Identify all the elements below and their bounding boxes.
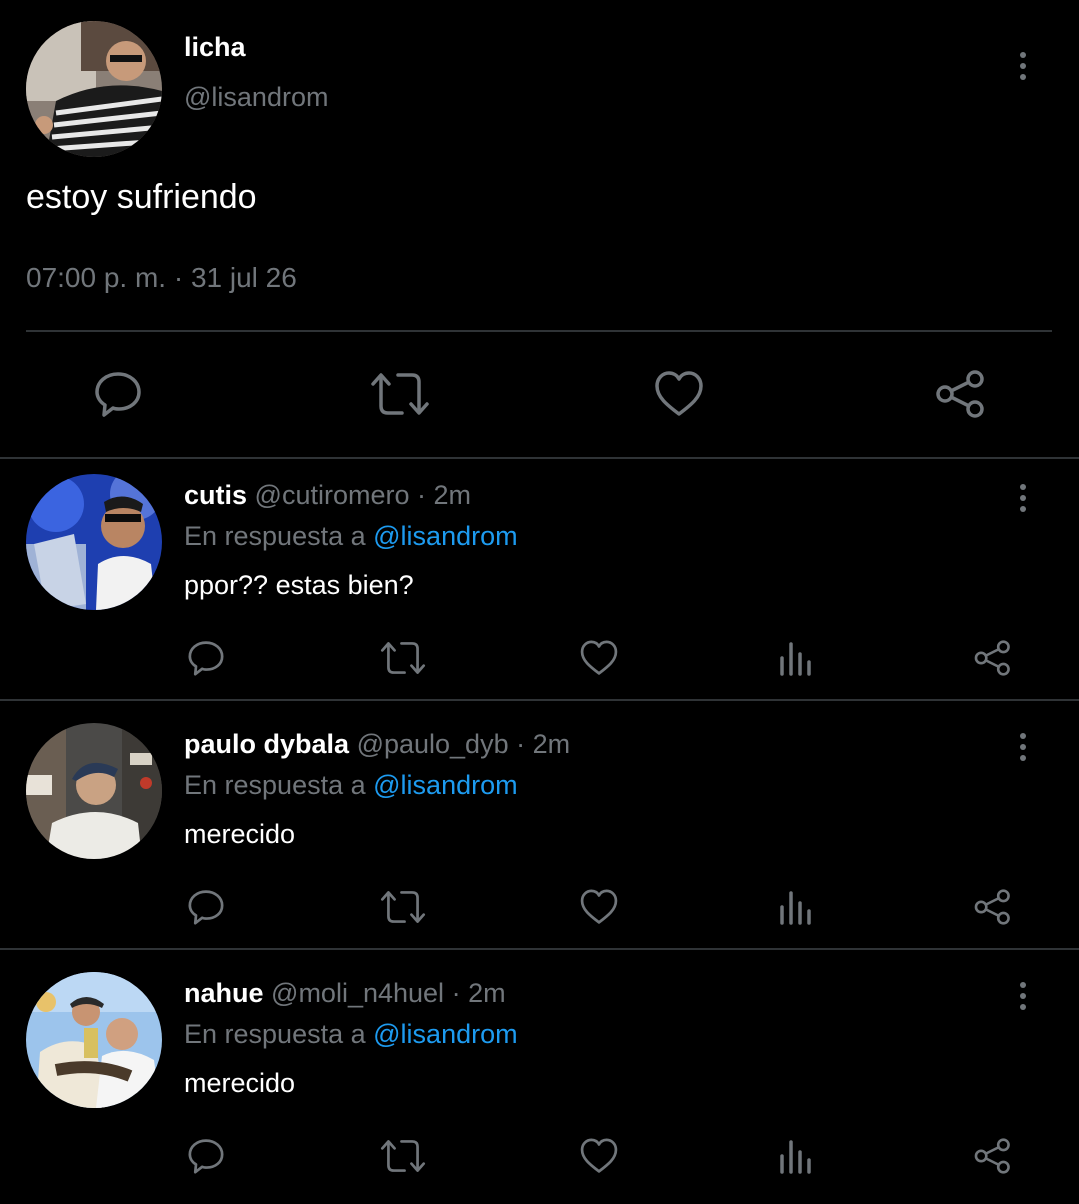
reply-tweet[interactable]: cutis @cutiromero · 2m En respuesta a @l… xyxy=(0,458,1079,706)
reply-context-prefix: En respuesta a xyxy=(184,1019,366,1049)
views-icon[interactable] xyxy=(778,1136,814,1176)
like-icon[interactable] xyxy=(653,368,705,420)
share-icon[interactable] xyxy=(973,887,1013,927)
user-handle[interactable]: @lisandrom xyxy=(184,82,328,113)
reply-icon[interactable] xyxy=(186,887,226,927)
divider xyxy=(0,948,1079,950)
views-icon[interactable] xyxy=(778,638,814,678)
user-handle[interactable]: @cutiromero xyxy=(255,480,410,510)
reply-header: nahue @moli_n4huel · 2m xyxy=(184,978,506,1009)
share-icon[interactable] xyxy=(934,368,988,420)
display-name[interactable]: cutis xyxy=(184,480,247,510)
like-icon[interactable] xyxy=(579,638,619,678)
like-icon[interactable] xyxy=(579,1136,619,1176)
tweet-text: merecido xyxy=(184,819,296,849)
main-tweet: licha @lisandrom estoy sufriendo 07:00 p… xyxy=(0,0,1079,458)
mention-link[interactable]: @lisandrom xyxy=(373,770,517,800)
reply-context-prefix: En respuesta a xyxy=(184,521,366,551)
reply-time[interactable]: 2m xyxy=(533,729,571,759)
reply-context: En respuesta a @lisandrom xyxy=(184,770,518,801)
more-options-icon[interactable] xyxy=(1013,727,1033,767)
reply-context: En respuesta a @lisandrom xyxy=(184,521,518,552)
divider xyxy=(0,699,1079,701)
more-options-icon[interactable] xyxy=(1013,976,1033,1016)
retweet-icon[interactable] xyxy=(380,887,426,927)
tweet-text: estoy sufriendo xyxy=(26,178,257,216)
share-icon[interactable] xyxy=(973,1136,1013,1176)
user-handle[interactable]: @paulo_dyb xyxy=(357,729,509,759)
user-handle[interactable]: @moli_n4huel xyxy=(271,978,444,1008)
views-icon[interactable] xyxy=(778,887,814,927)
mention-link[interactable]: @lisandrom xyxy=(373,1019,517,1049)
avatar[interactable] xyxy=(26,474,162,610)
retweet-icon[interactable] xyxy=(380,638,426,678)
reply-tweet[interactable]: paulo dybala @paulo_dyb · 2m En respuest… xyxy=(0,707,1079,955)
avatar[interactable] xyxy=(26,21,162,157)
reply-icon[interactable] xyxy=(186,1136,226,1176)
avatar[interactable] xyxy=(26,972,162,1108)
tweet-text: merecido xyxy=(184,1068,296,1098)
reply-time[interactable]: 2m xyxy=(434,480,472,510)
display-name[interactable]: paulo dybala xyxy=(184,729,349,759)
reply-tweet[interactable]: nahue @moli_n4huel · 2m En respuesta a @… xyxy=(0,956,1079,1204)
reply-context-prefix: En respuesta a xyxy=(184,770,366,800)
separator: · xyxy=(417,480,427,510)
tweet-timestamp[interactable]: 07:00 p. m. · 31 jul 26 xyxy=(26,262,297,294)
retweet-icon[interactable] xyxy=(370,368,430,420)
reply-icon[interactable] xyxy=(92,368,144,420)
avatar[interactable] xyxy=(26,723,162,859)
display-name[interactable]: licha xyxy=(184,32,246,63)
more-options-icon[interactable] xyxy=(1013,478,1033,518)
reply-header: cutis @cutiromero · 2m xyxy=(184,480,471,511)
tweet-text: ppor?? estas bien? xyxy=(184,570,414,600)
share-icon[interactable] xyxy=(973,638,1013,678)
reply-icon[interactable] xyxy=(186,638,226,678)
reply-time[interactable]: 2m xyxy=(468,978,506,1008)
mention-link[interactable]: @lisandrom xyxy=(373,521,517,551)
reply-header: paulo dybala @paulo_dyb · 2m xyxy=(184,729,570,760)
reply-context: En respuesta a @lisandrom xyxy=(184,1019,518,1050)
like-icon[interactable] xyxy=(579,887,619,927)
retweet-icon[interactable] xyxy=(380,1136,426,1176)
separator: · xyxy=(516,729,526,759)
more-options-icon[interactable] xyxy=(1013,46,1033,86)
divider xyxy=(26,330,1052,332)
separator: · xyxy=(451,978,461,1008)
display-name[interactable]: nahue xyxy=(184,978,264,1008)
